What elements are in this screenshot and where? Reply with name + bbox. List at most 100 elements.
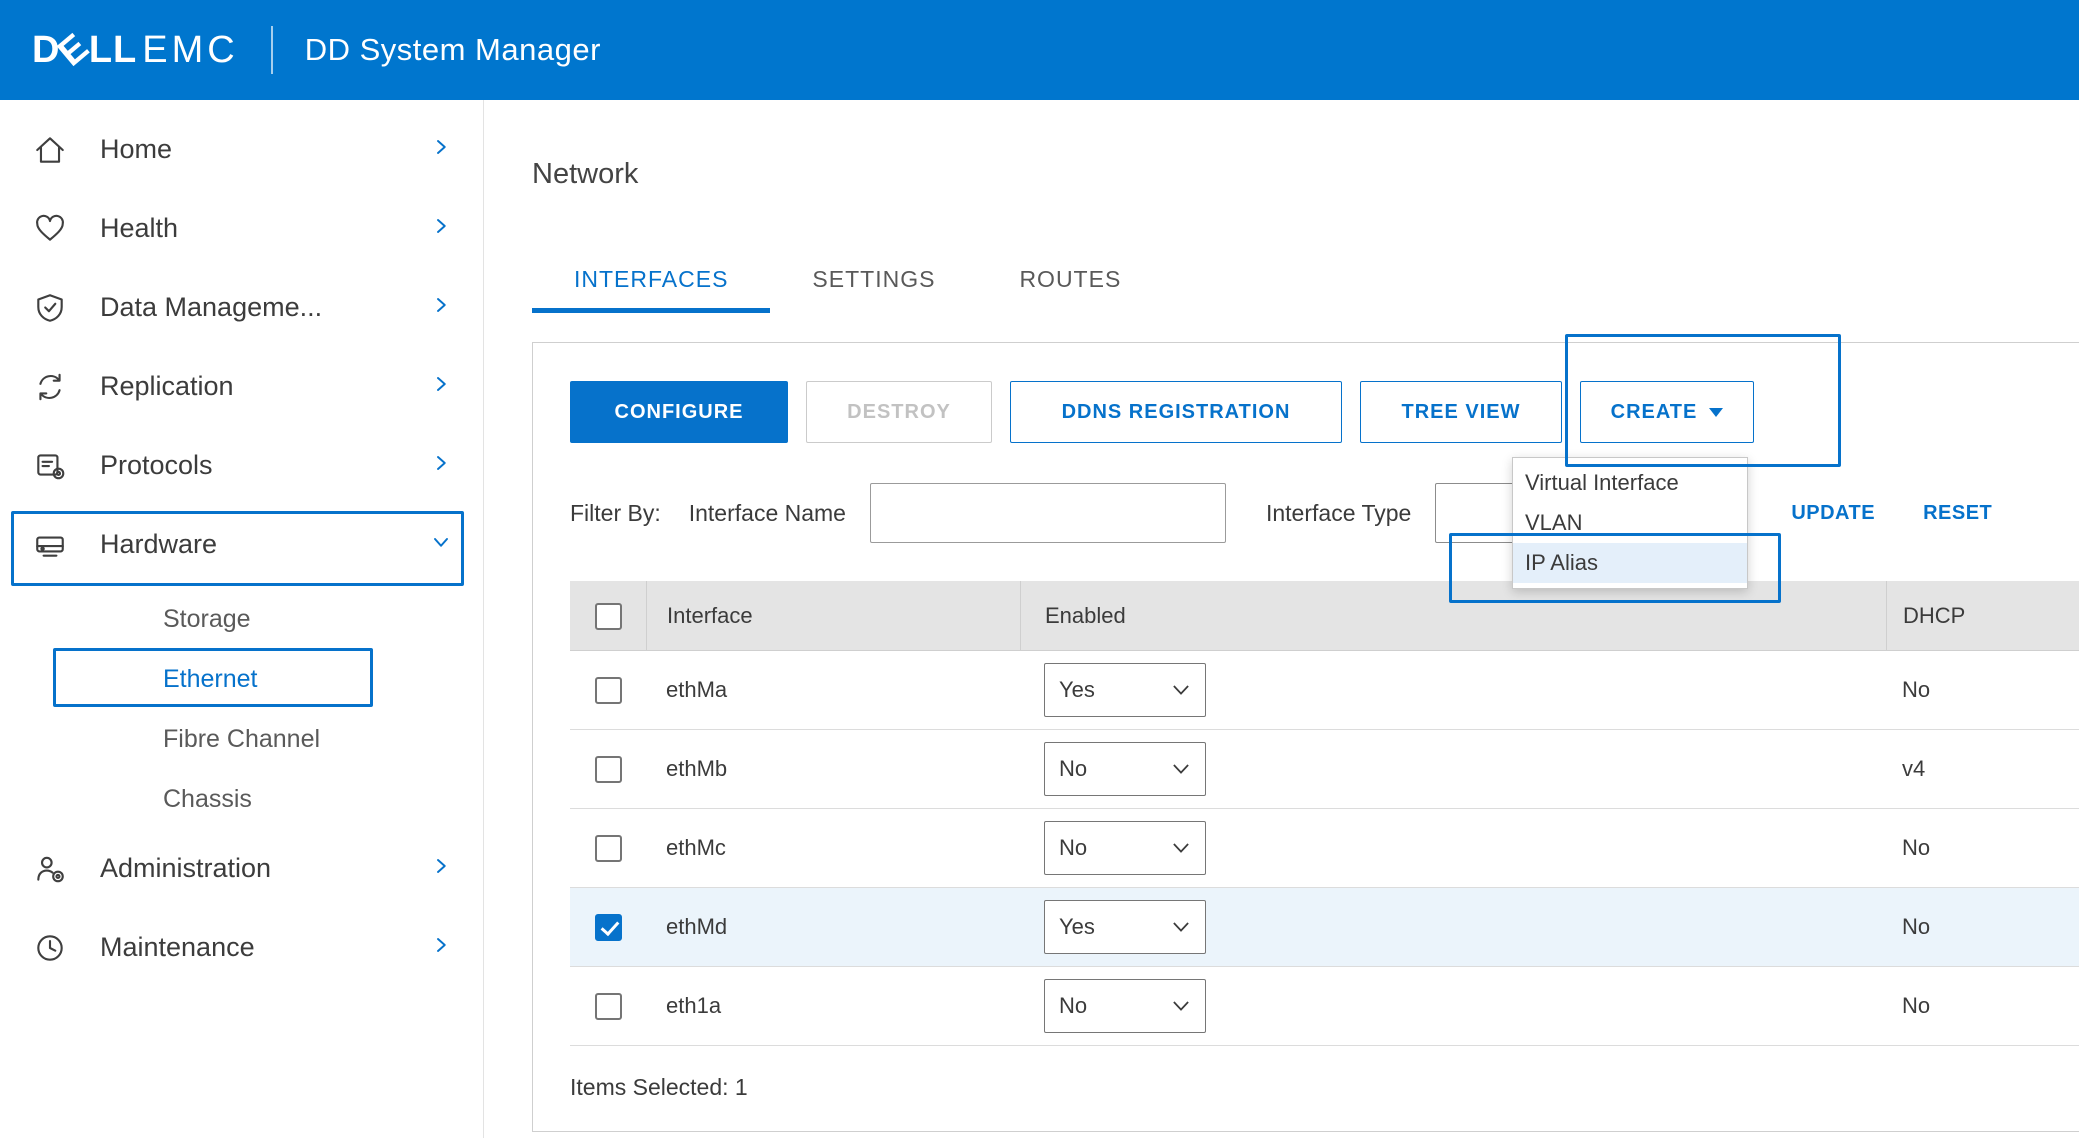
sidebar-item-replication[interactable]: Replication — [0, 347, 483, 426]
chevron-down-icon — [1173, 843, 1191, 854]
reset-link[interactable]: RESET — [1923, 502, 1992, 525]
protocols-gear-icon — [30, 446, 70, 486]
main-content: Network INTERFACES SETTINGS ROUTES CONFI… — [484, 100, 2079, 1138]
create-menu-item[interactable]: VLAN — [1513, 503, 1747, 543]
interface-name-cell: ethMc — [646, 835, 1020, 861]
app-title: DD System Manager — [305, 32, 601, 68]
dhcp-column-header: DHCP — [1886, 581, 2079, 651]
chevron-down-icon — [429, 530, 453, 559]
interface-name-cell: eth1a — [646, 993, 1020, 1019]
create-button-label: CREATE — [1611, 401, 1698, 424]
sidebar-item-protocols[interactable]: Protocols — [0, 426, 483, 505]
sidebar-item-label: Protocols — [100, 450, 429, 481]
enabled-select[interactable]: Yes — [1044, 900, 1206, 954]
hardware-drive-icon — [30, 525, 70, 565]
enabled-value: No — [1059, 756, 1087, 782]
sidebar-item-home[interactable]: Home — [0, 110, 483, 189]
page-title: Network — [532, 152, 2079, 196]
select-all-header-cell — [570, 581, 646, 651]
dhcp-cell: No — [1886, 993, 2079, 1019]
heart-icon — [30, 209, 70, 249]
table-row: ethMd Yes No — [570, 888, 2079, 967]
dhcp-cell: No — [1886, 914, 2079, 940]
sidebar-item-label: Maintenance — [100, 932, 429, 963]
app-window: D E LL EMC DD System Manager Home — [0, 0, 2079, 1138]
row-checkbox[interactable] — [595, 993, 622, 1020]
dhcp-cell: No — [1886, 835, 2079, 861]
chevron-right-icon — [429, 854, 453, 883]
table-row: ethMc No No — [570, 809, 2079, 888]
interface-table: Interface Enabled DHCP ethMa Yes No ethM… — [570, 581, 2079, 1046]
enabled-select[interactable]: No — [1044, 979, 1206, 1033]
create-menu-item[interactable]: Virtual Interface — [1513, 463, 1747, 503]
subitem-label: Chassis — [163, 785, 252, 814]
sidebar-item-administration[interactable]: Administration — [0, 829, 483, 908]
tab-settings[interactable]: SETTINGS — [770, 264, 977, 313]
sidebar-item-health[interactable]: Health — [0, 189, 483, 268]
dhcp-cell: No — [1886, 677, 2079, 703]
chevron-right-icon — [429, 451, 453, 480]
sidebar-item-label: Home — [100, 134, 429, 165]
interface-type-label: Interface Type — [1266, 500, 1411, 527]
enabled-value: No — [1059, 993, 1087, 1019]
destroy-button[interactable]: DESTROY — [806, 381, 992, 443]
row-checkbox[interactable] — [595, 914, 622, 941]
items-selected-status: Items Selected: 1 — [570, 1074, 2079, 1101]
sidebar-item-label: Data Manageme... — [100, 292, 429, 323]
row-checkbox[interactable] — [595, 835, 622, 862]
sidebar-item-label: Hardware — [100, 529, 429, 560]
row-checkbox[interactable] — [595, 756, 622, 783]
subitem-label: Ethernet — [163, 665, 258, 694]
create-menu-item[interactable]: IP Alias — [1513, 543, 1747, 583]
sidebar-subitem-chassis[interactable]: Chassis — [0, 769, 483, 829]
sidebar-item-hardware[interactable]: Hardware — [0, 505, 483, 584]
admin-user-gear-icon — [30, 849, 70, 889]
menu-item-label: Virtual Interface — [1525, 470, 1679, 496]
sidebar-item-label: Health — [100, 213, 429, 244]
subitem-label: Storage — [163, 605, 251, 634]
hardware-submenu: Storage Ethernet Fibre Channel Chassis — [0, 589, 483, 829]
create-button[interactable]: CREATE — [1580, 381, 1754, 443]
update-link[interactable]: UPDATE — [1791, 502, 1875, 525]
sidebar-subitem-fibre-channel[interactable]: Fibre Channel — [0, 709, 483, 769]
top-header-bar: D E LL EMC DD System Manager — [0, 0, 2079, 100]
chevron-right-icon — [429, 933, 453, 962]
enabled-value: Yes — [1059, 914, 1095, 940]
logo-emc: EMC — [142, 29, 238, 72]
tree-view-button[interactable]: TREE VIEW — [1360, 381, 1562, 443]
sidebar-item-label: Administration — [100, 853, 429, 884]
dhcp-cell: v4 — [1886, 756, 2079, 782]
filter-row: Filter By: Interface Name Interface Type… — [533, 483, 2079, 543]
subitem-label: Fibre Channel — [163, 725, 320, 754]
row-checkbox[interactable] — [595, 677, 622, 704]
table-row: ethMb No v4 — [570, 730, 2079, 809]
configure-button[interactable]: CONFIGURE — [570, 381, 788, 443]
enabled-value: No — [1059, 835, 1087, 861]
table-row: ethMa Yes No — [570, 651, 2079, 730]
tab-routes[interactable]: ROUTES — [977, 264, 1163, 313]
enabled-select[interactable]: No — [1044, 742, 1206, 796]
enabled-select[interactable]: Yes — [1044, 663, 1206, 717]
filter-by-label: Filter By: — [570, 500, 661, 527]
interface-name-input[interactable] — [870, 483, 1226, 543]
create-dropdown-menu: Virtual Interface VLAN IP Alias — [1512, 457, 1748, 589]
home-icon — [30, 130, 70, 170]
sidebar-item-data-management[interactable]: Data Manageme... — [0, 268, 483, 347]
sync-arrows-icon — [30, 367, 70, 407]
shield-icon — [30, 288, 70, 328]
sidebar-subitem-ethernet[interactable]: Ethernet — [0, 649, 483, 709]
interface-column-header: Interface — [646, 581, 1020, 651]
caret-down-icon — [1709, 408, 1723, 417]
chevron-right-icon — [429, 372, 453, 401]
logo-letter: LL — [89, 29, 137, 72]
tab-interfaces[interactable]: INTERFACES — [532, 264, 770, 313]
chevron-right-icon — [429, 135, 453, 164]
select-all-checkbox[interactable] — [595, 603, 622, 630]
enabled-select[interactable]: No — [1044, 821, 1206, 875]
sidebar-item-maintenance[interactable]: Maintenance — [0, 908, 483, 987]
chevron-right-icon — [429, 293, 453, 322]
ddns-registration-button[interactable]: DDNS REGISTRATION — [1010, 381, 1342, 443]
sidebar-subitem-storage[interactable]: Storage — [0, 589, 483, 649]
chevron-down-icon — [1173, 685, 1191, 696]
toolbar: CONFIGURE DESTROY DDNS REGISTRATION TREE… — [533, 343, 2079, 443]
